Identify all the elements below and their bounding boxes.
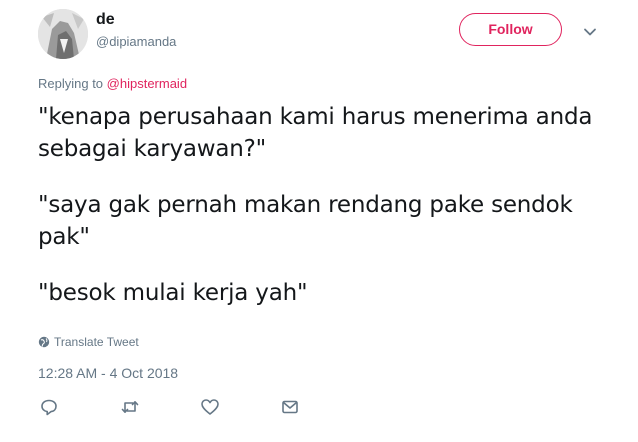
avatar[interactable] (38, 9, 88, 59)
globe-icon (38, 336, 50, 348)
reply-icon[interactable] (38, 396, 60, 418)
user-handle[interactable]: @dipiamanda (96, 34, 176, 50)
avatar-photo-icon (38, 9, 88, 59)
retweet-icon[interactable] (119, 396, 141, 418)
tweet-paragraph: "besok mulai kerja yah" (38, 280, 308, 306)
follow-button[interactable]: Follow (459, 13, 562, 46)
tweet-card: de @dipiamanda Follow Replying to @hipst… (0, 0, 638, 442)
tweet-paragraph: "kenapa perusahaan kami harus menerima a… (38, 104, 600, 162)
translate-tweet-label: Translate Tweet (54, 335, 139, 349)
tweet-text: "kenapa perusahaan kami harus menerima a… (38, 101, 598, 333)
message-icon[interactable] (279, 396, 301, 418)
like-icon[interactable] (199, 396, 221, 418)
reply-mention-link[interactable]: @hipstermaid (107, 76, 187, 91)
tweet-paragraph: "saya gak pernah makan rendang pake send… (38, 192, 580, 250)
translate-tweet-link[interactable]: Translate Tweet (38, 334, 139, 350)
replying-to-label: Replying to (38, 76, 107, 91)
tweet-timestamp[interactable]: 12:28 AM - 4 Oct 2018 (38, 364, 178, 382)
chevron-down-icon[interactable] (582, 24, 598, 40)
display-name[interactable]: de (96, 10, 115, 30)
replying-to-line: Replying to @hipstermaid (38, 76, 187, 92)
